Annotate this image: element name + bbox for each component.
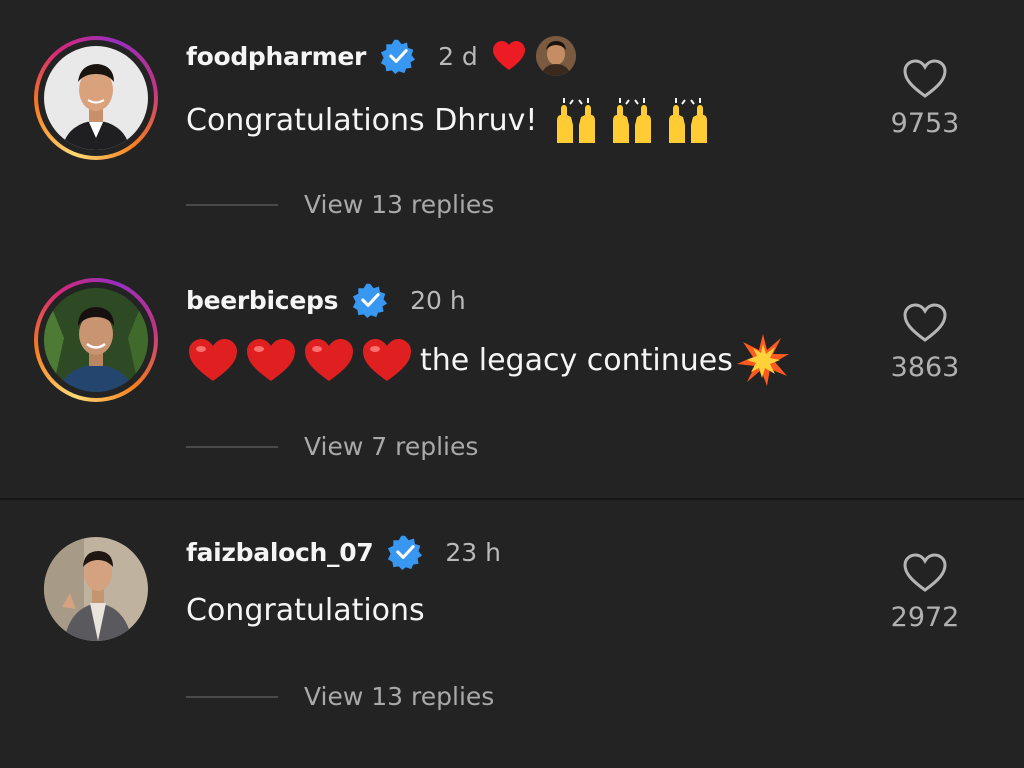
comment-item: faizbaloch_07 23 h Congratulations View …	[0, 500, 1024, 750]
comment-body: the legacy continues	[420, 342, 733, 378]
verified-badge-icon	[380, 39, 416, 74]
replies-divider-line	[186, 445, 278, 448]
comment-body: Congratulations	[186, 592, 425, 628]
raising-hands-emoji-icon	[557, 98, 596, 143]
replies-label: View 13 replies	[304, 682, 495, 711]
like-count: 9753	[890, 108, 960, 139]
comment-text: Congratulations	[186, 584, 425, 636]
view-replies-button[interactable]: View 13 replies	[186, 682, 494, 711]
comment-body: Congratulations Dhruv!	[186, 102, 538, 138]
comment-item: foodpharmer 2 d Congratulations Dhruv! V…	[0, 0, 1024, 250]
creator-liked-heart-icon	[492, 41, 525, 70]
comment-text: the legacy continues	[186, 334, 791, 386]
like-count: 2972	[890, 602, 960, 633]
red-heart-emoji-icon	[247, 339, 295, 381]
like-column: 2972	[880, 552, 970, 633]
replies-label: View 13 replies	[304, 190, 495, 219]
comment-text: Congratulations Dhruv!	[186, 94, 713, 146]
replies-label: View 7 replies	[304, 432, 479, 461]
username[interactable]: foodpharmer	[186, 42, 366, 71]
avatar[interactable]	[44, 537, 148, 641]
replies-divider-line	[186, 695, 278, 698]
username[interactable]: beerbiceps	[186, 286, 338, 315]
view-replies-button[interactable]: View 7 replies	[186, 432, 478, 461]
username[interactable]: faizbaloch_07	[186, 538, 374, 567]
like-column: 9753	[880, 58, 970, 139]
like-column: 3863	[880, 302, 970, 383]
verified-badge-icon	[353, 283, 388, 318]
comment-time: 2 d	[438, 41, 478, 71]
comment-time: 23 h	[445, 537, 501, 567]
creator-avatar	[535, 36, 576, 76]
verified-badge-icon	[388, 535, 423, 570]
red-heart-emoji-icon	[305, 339, 353, 381]
collision-emoji-icon	[736, 334, 789, 386]
raising-hands-emoji-icon	[613, 98, 652, 143]
heart-outline-icon[interactable]	[902, 58, 948, 100]
story-ring[interactable]	[34, 278, 158, 402]
avatar[interactable]	[44, 46, 148, 150]
replies-divider-line	[186, 203, 278, 206]
avatar-wrapper	[34, 527, 158, 651]
story-ring[interactable]	[34, 36, 158, 160]
heart-outline-icon[interactable]	[902, 552, 948, 594]
avatar[interactable]	[44, 288, 148, 392]
comment-item: beerbiceps 20 h the legacy continues Vie…	[0, 248, 1024, 498]
red-heart-emoji-icon	[363, 339, 411, 381]
view-replies-button[interactable]: View 13 replies	[186, 190, 494, 219]
raising-hands-emoji-icon	[669, 98, 708, 143]
heart-outline-icon[interactable]	[902, 302, 948, 344]
red-heart-emoji-icon	[189, 339, 237, 381]
like-count: 3863	[890, 352, 960, 383]
comment-time: 20 h	[410, 285, 466, 315]
